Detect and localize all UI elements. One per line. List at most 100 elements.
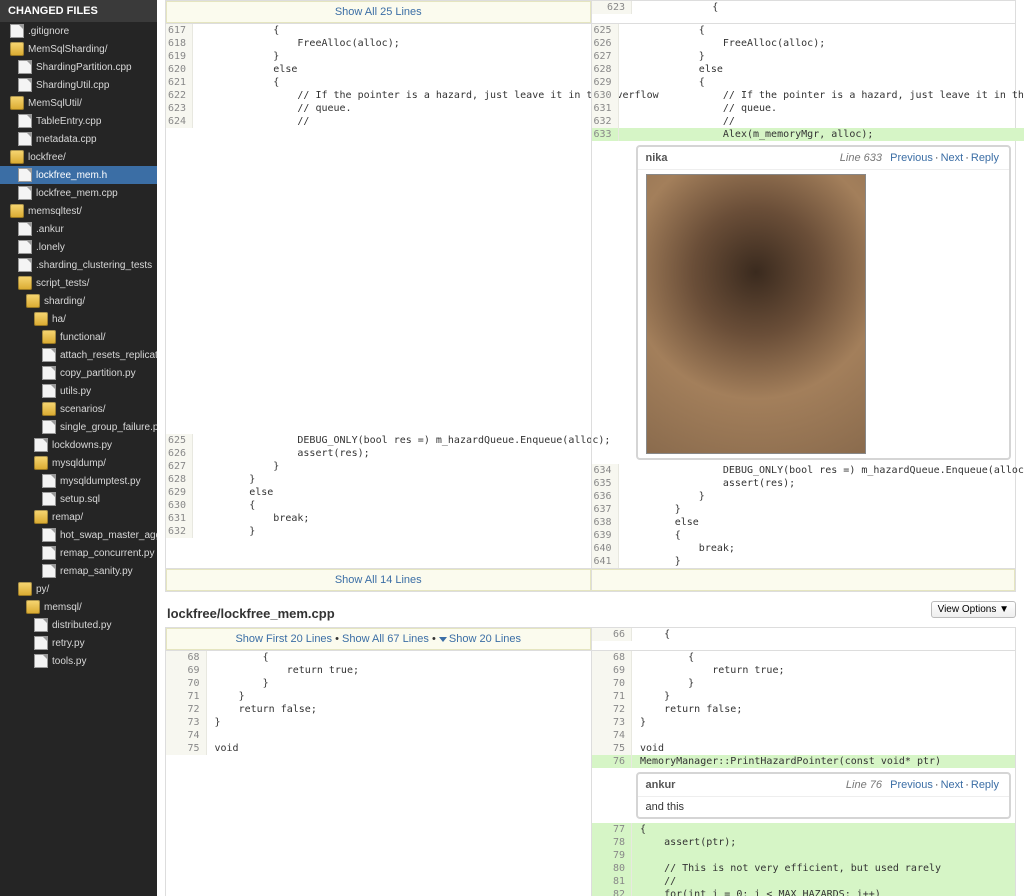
code-line[interactable]: } bbox=[206, 677, 591, 690]
comment-prev-link[interactable]: Previous bbox=[890, 152, 933, 164]
sidebar-item[interactable]: script_tests/ bbox=[0, 274, 157, 292]
code-line[interactable]: } bbox=[193, 460, 615, 473]
code-line[interactable]: { bbox=[193, 499, 615, 512]
sidebar-item[interactable]: distributed.py bbox=[0, 616, 157, 634]
code-line[interactable]: } bbox=[618, 490, 1024, 503]
code-line[interactable]: { bbox=[618, 76, 1024, 89]
sidebar-item[interactable]: setup.sql bbox=[0, 490, 157, 508]
sidebar-item[interactable]: py/ bbox=[0, 580, 157, 598]
view-options-button[interactable]: View Options ▼ bbox=[931, 601, 1016, 618]
sidebar-item[interactable]: .sharding_clustering_tests bbox=[0, 256, 157, 274]
sidebar-item[interactable]: hot_swap_master_aggregator.py bbox=[0, 526, 157, 544]
comment-reply-link[interactable]: Reply bbox=[971, 152, 999, 164]
code-line[interactable]: return true; bbox=[206, 664, 591, 677]
code-line[interactable]: // bbox=[632, 875, 1016, 888]
file-icon bbox=[42, 420, 56, 434]
show-all-link[interactable]: Show All 67 Lines bbox=[342, 633, 429, 645]
code-line[interactable]: else bbox=[193, 486, 615, 499]
sidebar-item[interactable]: lockfree/ bbox=[0, 148, 157, 166]
sidebar-item[interactable]: MemSqlSharding/ bbox=[0, 40, 157, 58]
sidebar-item[interactable]: copy_partition.py bbox=[0, 364, 157, 382]
code-line[interactable]: } bbox=[632, 690, 1016, 703]
code-line[interactable]: } bbox=[632, 677, 1016, 690]
sidebar-item[interactable]: mysqldumptest.py bbox=[0, 472, 157, 490]
code-line[interactable]: Alex(m_memoryMgr, alloc); bbox=[618, 128, 1024, 141]
code-line[interactable]: break; bbox=[193, 512, 615, 525]
code-line[interactable]: } bbox=[206, 716, 591, 729]
code-line[interactable]: DEBUG_ONLY(bool res =) m_hazardQueue.Enq… bbox=[193, 434, 615, 447]
code-line[interactable]: // queue. bbox=[618, 102, 1024, 115]
code-line[interactable] bbox=[632, 729, 1016, 742]
comment-prev-link[interactable]: Previous bbox=[890, 779, 933, 791]
code-line[interactable]: else bbox=[618, 63, 1024, 76]
comment-next-link[interactable]: Next bbox=[941, 779, 964, 791]
code-line[interactable]: void bbox=[206, 742, 591, 755]
code-line[interactable]: DEBUG_ONLY(bool res =) m_hazardQueue.Enq… bbox=[618, 464, 1024, 477]
comment-reply-link[interactable]: Reply bbox=[971, 779, 999, 791]
sidebar-item[interactable]: .lonely bbox=[0, 238, 157, 256]
code-line[interactable]: assert(res); bbox=[618, 477, 1024, 490]
sidebar-item-label: lockfree_mem.cpp bbox=[36, 188, 118, 199]
sidebar-item[interactable]: lockfree_mem.h bbox=[0, 166, 157, 184]
show-all-top-link[interactable]: Show All 25 Lines bbox=[335, 6, 422, 18]
sidebar-item[interactable]: memsqltest/ bbox=[0, 202, 157, 220]
code-line[interactable]: MemoryManager::PrintHazardPointer(const … bbox=[632, 755, 1016, 768]
show-first-link[interactable]: Show First 20 Lines bbox=[235, 633, 332, 645]
code-line[interactable]: } bbox=[193, 473, 615, 486]
comment-next-link[interactable]: Next bbox=[941, 152, 964, 164]
show20-link[interactable]: Show 20 Lines bbox=[449, 633, 521, 645]
sidebar-item[interactable]: lockfree_mem.cpp bbox=[0, 184, 157, 202]
sidebar-item-label: remap_sanity.py bbox=[60, 566, 133, 577]
sidebar-item[interactable]: remap_sanity.py bbox=[0, 562, 157, 580]
code-line[interactable]: void bbox=[632, 742, 1016, 755]
code-line[interactable]: } bbox=[618, 50, 1024, 63]
code-line[interactable]: { bbox=[632, 651, 1016, 664]
sidebar-item[interactable]: utils.py bbox=[0, 382, 157, 400]
code-line[interactable] bbox=[206, 729, 591, 742]
sidebar-item[interactable]: metadata.cpp bbox=[0, 130, 157, 148]
code-line[interactable]: } bbox=[618, 503, 1024, 516]
code-line[interactable]: { bbox=[618, 24, 1024, 37]
sidebar-item[interactable]: tools.py bbox=[0, 652, 157, 670]
sidebar-item[interactable]: ShardingPartition.cpp bbox=[0, 58, 157, 76]
code-line[interactable]: } bbox=[632, 716, 1016, 729]
code-line[interactable]: else bbox=[618, 516, 1024, 529]
code-line[interactable]: // This is not very efficient, but used … bbox=[632, 862, 1016, 875]
sidebar-item[interactable]: sharding/ bbox=[0, 292, 157, 310]
code-line[interactable]: } bbox=[206, 690, 591, 703]
code-line[interactable]: FreeAlloc(alloc); bbox=[618, 37, 1024, 50]
sidebar-item[interactable]: lockdowns.py bbox=[0, 436, 157, 454]
sidebar-item[interactable]: MemSqlUtil/ bbox=[0, 94, 157, 112]
code-line[interactable]: } bbox=[193, 525, 615, 538]
sidebar-item[interactable]: remap/ bbox=[0, 508, 157, 526]
sidebar-item[interactable]: TableEntry.cpp bbox=[0, 112, 157, 130]
sidebar-item[interactable]: memsql/ bbox=[0, 598, 157, 616]
sidebar-item[interactable]: .gitignore bbox=[0, 22, 157, 40]
code-line[interactable]: // If the pointer is a hazard, just leav… bbox=[618, 89, 1024, 102]
sidebar-item[interactable]: retry.py bbox=[0, 634, 157, 652]
code-line[interactable] bbox=[632, 849, 1016, 862]
code-line[interactable]: return false; bbox=[206, 703, 591, 716]
sidebar-item[interactable]: mysqldump/ bbox=[0, 454, 157, 472]
line-number: 68 bbox=[166, 651, 206, 664]
show-all-bottom-link[interactable]: Show All 14 Lines bbox=[335, 574, 422, 586]
code-line[interactable]: } bbox=[618, 555, 1024, 568]
code-line[interactable]: return false; bbox=[632, 703, 1016, 716]
sidebar-item[interactable]: functional/ bbox=[0, 328, 157, 346]
sidebar-item[interactable]: scenarios/ bbox=[0, 400, 157, 418]
sidebar-item[interactable]: remap_concurrent.py bbox=[0, 544, 157, 562]
sidebar-item[interactable]: attach_resets_replication_master. bbox=[0, 346, 157, 364]
sidebar-item[interactable]: ShardingUtil.cpp bbox=[0, 76, 157, 94]
sidebar-item[interactable]: ha/ bbox=[0, 310, 157, 328]
code-line[interactable]: for(int i = 0; i < MAX_HAZARDS; i++) bbox=[632, 888, 1016, 896]
code-line[interactable]: return true; bbox=[632, 664, 1016, 677]
code-line[interactable]: assert(ptr); bbox=[632, 836, 1016, 849]
code-line[interactable]: // bbox=[618, 115, 1024, 128]
sidebar-item[interactable]: .ankur bbox=[0, 220, 157, 238]
sidebar-item[interactable]: single_group_failure.py bbox=[0, 418, 157, 436]
code-line[interactable]: assert(res); bbox=[193, 447, 615, 460]
code-line[interactable]: { bbox=[618, 529, 1024, 542]
code-line[interactable]: { bbox=[632, 823, 1016, 836]
code-line[interactable]: { bbox=[206, 651, 591, 664]
code-line[interactable]: break; bbox=[618, 542, 1024, 555]
